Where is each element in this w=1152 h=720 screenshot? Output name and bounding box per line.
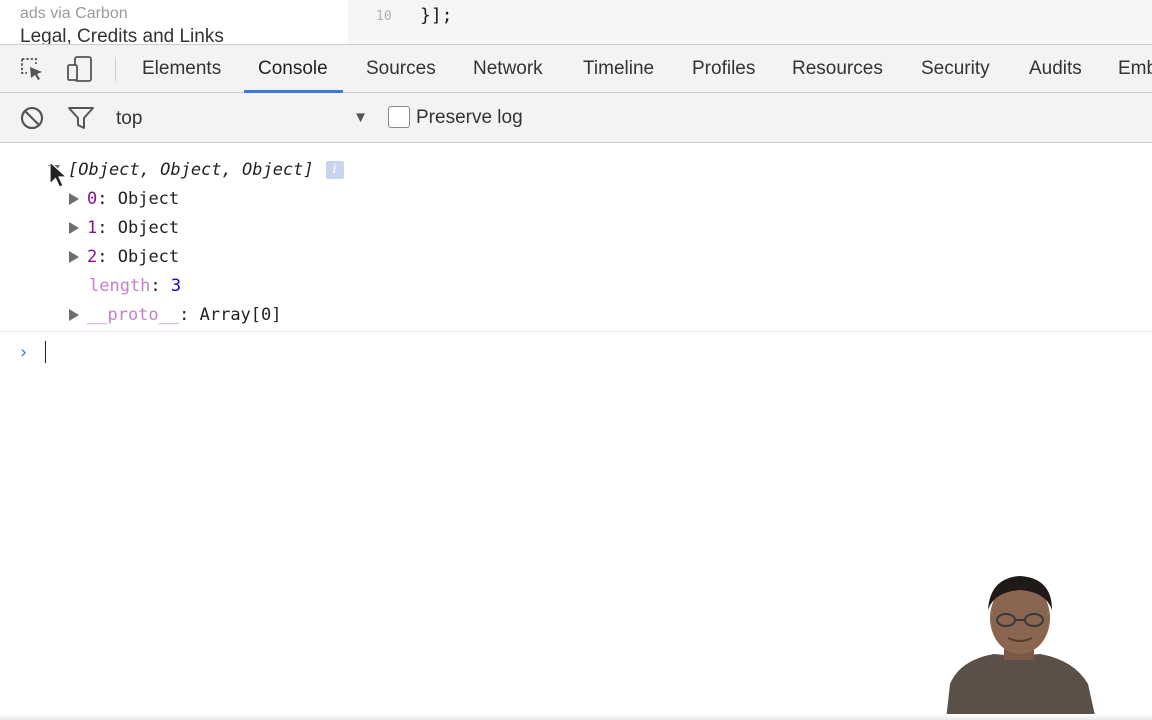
item-key: 1 bbox=[87, 218, 98, 238]
item-value: Object bbox=[117, 218, 180, 238]
tab-profiles[interactable]: Profiles bbox=[692, 45, 755, 93]
tab-separator bbox=[115, 57, 116, 81]
length-value: 3 bbox=[170, 276, 182, 296]
console-divider bbox=[0, 331, 1152, 332]
legal-link[interactable]: Legal, Credits and Links bbox=[20, 26, 224, 44]
tab-audits[interactable]: Audits bbox=[1029, 45, 1082, 93]
length-sep: : bbox=[150, 276, 171, 296]
preserve-log-checkbox[interactable] bbox=[388, 106, 410, 128]
mouse-cursor-icon bbox=[49, 160, 69, 188]
proto-row[interactable]: __proto__: Array[0] bbox=[87, 305, 282, 325]
item-value: Object bbox=[117, 189, 180, 209]
tab-emulation[interactable]: Emb bbox=[1118, 45, 1152, 93]
item-sep: : bbox=[97, 247, 118, 267]
code-line-number: 10 bbox=[376, 9, 392, 24]
dropdown-arrow-icon: ▼ bbox=[353, 109, 368, 126]
proto-key: __proto__ bbox=[87, 305, 180, 325]
page-sidebar: ads via Carbon Legal, Credits and Links bbox=[0, 0, 348, 44]
item-sep: : bbox=[97, 189, 118, 209]
tab-console[interactable]: Console bbox=[244, 45, 343, 93]
presenter-webcam bbox=[946, 576, 1096, 720]
array-summary-row[interactable]: [Object, Object, Object] i bbox=[68, 160, 344, 180]
window-bottom-edge bbox=[0, 714, 1152, 720]
ads-link[interactable]: ads via Carbon bbox=[20, 5, 128, 23]
filter-icon[interactable] bbox=[67, 104, 95, 132]
length-row: length: 3 bbox=[89, 276, 181, 296]
array-item-row[interactable]: 1: Object bbox=[87, 218, 179, 238]
prompt-icon: › bbox=[18, 342, 29, 363]
tab-timeline[interactable]: Timeline bbox=[583, 45, 654, 93]
context-selector[interactable]: top ▼ bbox=[116, 103, 368, 133]
devtools-tab-bar: Elements Console Sources Network Timelin… bbox=[0, 44, 1152, 93]
proto-sep: : bbox=[179, 305, 200, 325]
item-sep: : bbox=[97, 218, 118, 238]
array-item-row[interactable]: 2: Object bbox=[87, 247, 179, 267]
proto-value: Array[0] bbox=[199, 305, 282, 325]
tab-network[interactable]: Network bbox=[473, 45, 543, 93]
page-behind-devtools: ads via Carbon Legal, Credits and Links … bbox=[0, 0, 1152, 44]
code-line: }]; bbox=[420, 5, 453, 26]
info-icon[interactable]: i bbox=[325, 161, 344, 179]
item-key: 2 bbox=[87, 247, 98, 267]
context-value: top bbox=[116, 108, 143, 129]
tab-elements[interactable]: Elements bbox=[142, 45, 221, 93]
item-value: Object bbox=[117, 247, 180, 267]
device-mode-icon[interactable] bbox=[66, 55, 94, 83]
tab-resources[interactable]: Resources bbox=[792, 45, 883, 93]
expand-triangle-icon[interactable] bbox=[69, 309, 79, 321]
expand-triangle-icon[interactable] bbox=[69, 222, 79, 234]
array-item-row[interactable]: 0: Object bbox=[87, 189, 179, 209]
array-summary: [Object, Object, Object] bbox=[68, 160, 314, 180]
clear-console-icon[interactable] bbox=[18, 104, 46, 132]
console-toolbar: top ▼ bbox=[0, 93, 1152, 143]
console-input[interactable] bbox=[45, 341, 46, 363]
preserve-log-label[interactable]: Preserve log bbox=[416, 107, 523, 129]
expand-triangle-icon[interactable] bbox=[69, 251, 79, 263]
tab-security[interactable]: Security bbox=[921, 45, 990, 93]
length-key: length bbox=[89, 276, 151, 296]
tab-sources[interactable]: Sources bbox=[366, 45, 436, 93]
expand-triangle-icon[interactable] bbox=[69, 193, 79, 205]
inspect-element-icon[interactable] bbox=[18, 55, 46, 83]
code-snippet: 10 }]; bbox=[348, 0, 1152, 44]
item-key: 0 bbox=[87, 189, 98, 209]
